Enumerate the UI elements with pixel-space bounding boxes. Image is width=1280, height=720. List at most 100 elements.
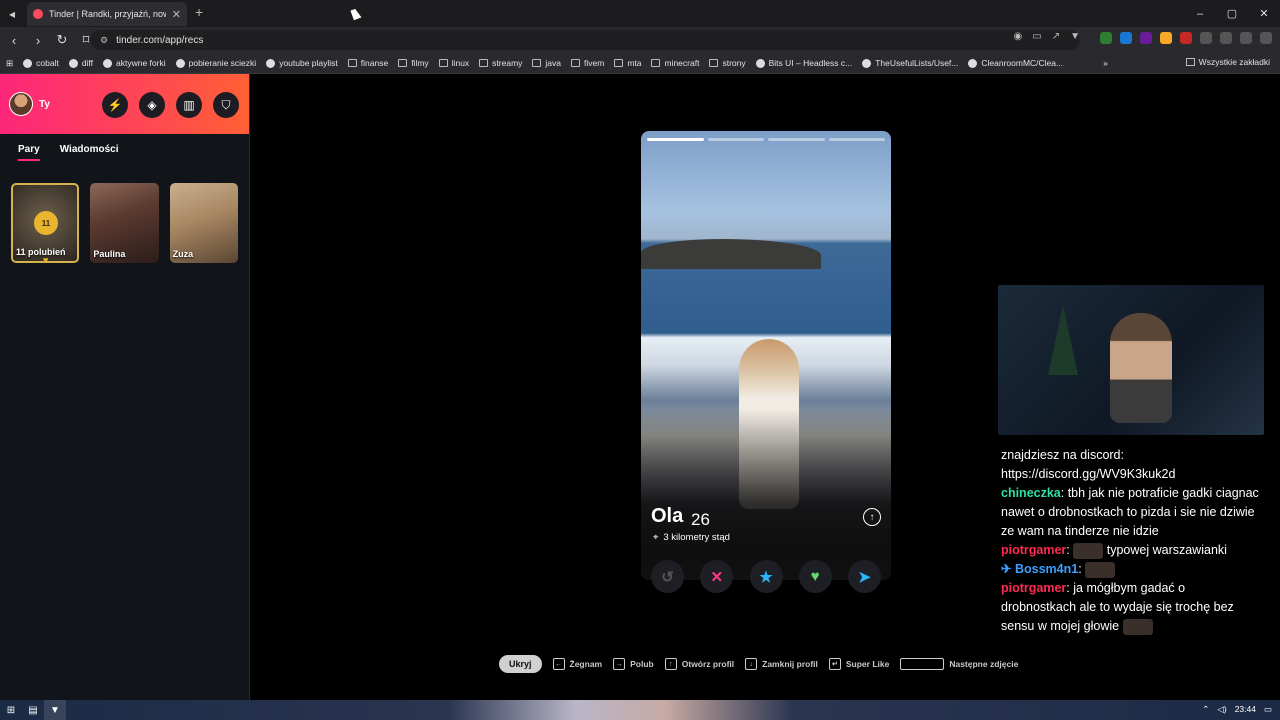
header-buttons: ⚡ ◈ ▥ ⛉ bbox=[102, 92, 239, 118]
like-button[interactable]: ♥ bbox=[798, 560, 832, 593]
share-icon[interactable]: ↗ bbox=[1052, 31, 1060, 42]
all-bookmarks-label: Wszystkie zakładki bbox=[1198, 57, 1270, 67]
browser-tab-tinder[interactable]: Tinder | Randki, przyjaźń, nowe z ✕ bbox=[27, 2, 187, 26]
start-icon[interactable]: ⊞ bbox=[0, 700, 22, 720]
safety-button[interactable]: ⛉ bbox=[213, 92, 239, 118]
clock-time[interactable]: 23:44 bbox=[1235, 704, 1256, 715]
pen-extension-icon[interactable] bbox=[1180, 32, 1192, 44]
check-extension-icon[interactable] bbox=[1100, 32, 1112, 44]
photo-bar[interactable] bbox=[647, 138, 704, 141]
emote-icon bbox=[1073, 542, 1104, 559]
bookmark-item[interactable]: youtube playlist bbox=[266, 58, 338, 68]
all-bookmarks-button[interactable]: Wszystkie zakładki bbox=[1185, 57, 1270, 67]
shield-icon[interactable]: ▼ bbox=[1070, 31, 1080, 42]
location-icon[interactable]: ◉ bbox=[1014, 31, 1023, 42]
bookmark-item[interactable]: pobieranie sciezki bbox=[175, 58, 256, 68]
bookmark-folder[interactable]: filmy bbox=[398, 58, 429, 68]
avatar[interactable] bbox=[9, 92, 33, 116]
back-button[interactable]: ‹ bbox=[4, 30, 24, 50]
action-buttons: ↺ ✕ ★ ♥ ➤ bbox=[651, 560, 881, 593]
bookmark-item[interactable]: diff bbox=[68, 58, 93, 68]
tab-close-icon[interactable]: ✕ bbox=[172, 8, 181, 21]
arrow-down-key-icon: ↓ bbox=[745, 658, 758, 670]
bookmark-item[interactable]: CleanroomMC/Clea... bbox=[968, 58, 1063, 68]
bookmarks-bar: ⊞ cobalt diff aktywne forki pobieranie s… bbox=[0, 53, 1280, 74]
bookmark-folder[interactable]: java bbox=[532, 58, 561, 68]
site-info-icon[interactable]: ⚙ bbox=[100, 35, 108, 46]
explore-button[interactable]: ◈ bbox=[139, 92, 165, 118]
profile-label[interactable]: Ty bbox=[39, 99, 50, 110]
folder-icon bbox=[1185, 58, 1195, 66]
bookmark-label: cobalt bbox=[36, 58, 59, 68]
new-tab-button[interactable]: + bbox=[195, 4, 203, 20]
stream-extension-icon[interactable] bbox=[1140, 32, 1152, 44]
close-window-button[interactable]: ✕ bbox=[1248, 0, 1280, 27]
volume-icon[interactable]: ◁) bbox=[1217, 704, 1226, 715]
bookmark-folder[interactable]: streamy bbox=[479, 58, 522, 68]
folder-icon bbox=[651, 59, 661, 67]
bookmark-item[interactable]: Bits UI – Headless c... bbox=[755, 58, 852, 68]
browser-taskbar-icon[interactable]: ▼ bbox=[44, 700, 66, 720]
nope-button[interactable]: ✕ bbox=[700, 560, 734, 593]
minimize-button[interactable]: – bbox=[1184, 0, 1216, 27]
bookmark-folder[interactable]: minecraft bbox=[651, 58, 699, 68]
hint-next-photo: Następne zdjęcie bbox=[900, 658, 1018, 670]
bookmarks-overflow-button[interactable]: » bbox=[1103, 58, 1108, 68]
folder-icon bbox=[347, 59, 357, 67]
profile-card[interactable]: Ola 26 ↑ ⌖ 3 kilometry stąd bbox=[641, 131, 891, 580]
chat-message: ✈ Bossm4n1: bbox=[1001, 560, 1263, 579]
maximize-button[interactable]: ▢ bbox=[1216, 0, 1248, 27]
likes-label: 11 polubień bbox=[16, 247, 66, 257]
chat-username: piotrgamer bbox=[1001, 581, 1067, 595]
bookmark-item[interactable]: cobalt bbox=[23, 58, 59, 68]
hide-hints-button[interactable]: Ukryj bbox=[499, 655, 542, 673]
bookmark-folder[interactable]: mta bbox=[614, 58, 641, 68]
audio-extension-icon[interactable] bbox=[1120, 32, 1132, 44]
bookmark-item[interactable]: TheUsefulLists/Usef... bbox=[862, 58, 958, 68]
file-explorer-icon[interactable]: ▤ bbox=[22, 700, 44, 720]
hint-label: Żegnam bbox=[569, 659, 603, 669]
hint-super-like: ↵ Super Like bbox=[828, 658, 889, 670]
bookmark-favicon-icon bbox=[175, 58, 185, 68]
photo-bar[interactable] bbox=[828, 138, 885, 141]
likes-card[interactable]: 11 11 polubień ♥ bbox=[11, 183, 80, 263]
tray-expand-icon[interactable]: ⌃ bbox=[1202, 704, 1209, 715]
notification-icon[interactable]: ▭ bbox=[1264, 704, 1272, 715]
playlist-icon[interactable] bbox=[1240, 32, 1252, 44]
chat-username: piotrgamer bbox=[1001, 543, 1067, 557]
tab-matches[interactable]: Pary bbox=[18, 144, 40, 161]
match-card[interactable]: Paulina bbox=[90, 183, 159, 263]
rewind-button[interactable]: ↺ bbox=[651, 560, 684, 593]
open-profile-button[interactable]: ↑ bbox=[863, 508, 881, 526]
photo-island-shape bbox=[641, 239, 821, 269]
chat-username: chineczka bbox=[1001, 486, 1061, 500]
forward-button[interactable]: › bbox=[28, 30, 48, 50]
super-like-button[interactable]: ★ bbox=[749, 560, 783, 593]
apps-icon[interactable]: ⊞ bbox=[6, 58, 13, 69]
bookmark-favicon-icon bbox=[68, 58, 78, 68]
url-field[interactable]: ⚙ tinder.com/app/recs bbox=[90, 30, 1080, 50]
window-controls: – ▢ ✕ bbox=[1184, 0, 1280, 27]
reload-button[interactable]: ↻ bbox=[52, 30, 72, 50]
likes-count-badge: 11 bbox=[34, 211, 58, 235]
bookmark-favicon-icon bbox=[755, 58, 765, 68]
bookmark-item[interactable]: aktywne forki bbox=[103, 58, 166, 68]
boost-send-button[interactable]: ➤ bbox=[848, 560, 881, 593]
highlight-extension-icon[interactable] bbox=[1160, 32, 1172, 44]
sidebar-icon[interactable] bbox=[1220, 32, 1232, 44]
match-card[interactable]: Zuza bbox=[169, 183, 238, 263]
work-button[interactable]: ▥ bbox=[176, 92, 202, 118]
bookmark-label: TheUsefulLists/Usef... bbox=[875, 58, 959, 68]
boost-button[interactable]: ⚡ bbox=[102, 92, 128, 118]
photo-bar[interactable] bbox=[768, 138, 825, 141]
bookmark-folder[interactable]: finanse bbox=[347, 58, 388, 68]
bookmark-folder[interactable]: strony bbox=[709, 58, 746, 68]
bookmark-folder[interactable]: fivem bbox=[571, 58, 604, 68]
bookmark-folder[interactable]: linux bbox=[438, 58, 469, 68]
puzzle-icon[interactable] bbox=[1200, 32, 1212, 44]
audio-icon[interactable]: ◂ bbox=[0, 2, 24, 26]
photo-bar[interactable] bbox=[707, 138, 764, 141]
cast-icon[interactable]: ▭ bbox=[1032, 31, 1041, 42]
menu-icon[interactable] bbox=[1260, 32, 1272, 44]
tab-messages[interactable]: Wiadomości bbox=[60, 144, 119, 161]
